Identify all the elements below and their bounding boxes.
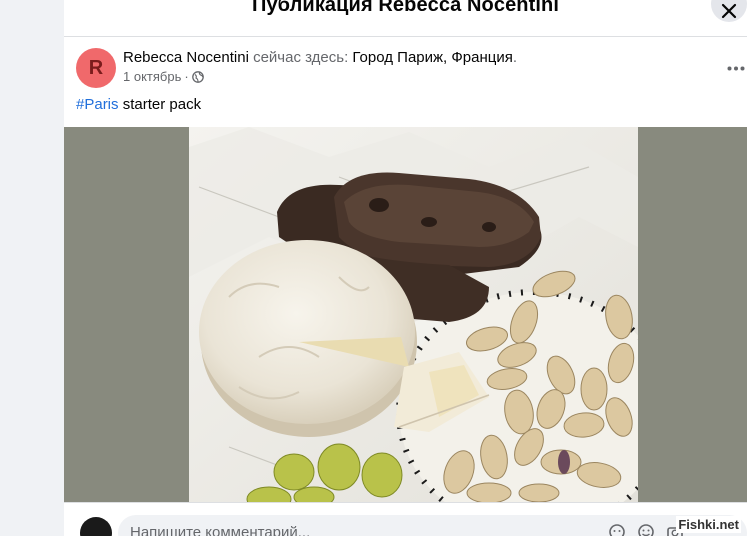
post-body: starter pack — [122, 96, 202, 113]
location-suffix: . — [512, 49, 518, 66]
author-name[interactable]: Rebecca Nocentini — [123, 49, 249, 66]
avatar-letter: R — [88, 56, 104, 79]
dialog-title: Публикация Rebecca Nocentini — [251, 0, 560, 16]
comment-tools — [608, 523, 684, 536]
page-backdrop — [0, 0, 64, 536]
more-options-button[interactable] — [724, 60, 747, 76]
location-link[interactable]: Город Париж, Франция — [352, 49, 512, 66]
emoji-icon[interactable] — [637, 523, 655, 536]
location-prefix: сейчас здесь: — [253, 49, 349, 66]
more-icon — [727, 66, 745, 70]
post-date[interactable]: 1 октябрь — [123, 69, 181, 84]
post-dialog: Публикация Rebecca Nocentini R Rebecca N… — [64, 0, 747, 536]
watermark: Fishki.net — [676, 516, 741, 533]
close-icon — [721, 3, 737, 19]
current-user-avatar[interactable] — [80, 517, 112, 536]
post-meta: 1 октябрь · — [123, 69, 204, 84]
comment-bar: Напишите комментарий... — [64, 502, 747, 536]
hashtag-link[interactable]: #Paris — [76, 96, 119, 113]
post-media[interactable] — [64, 127, 747, 502]
globe-icon — [191, 70, 204, 83]
dialog-header: Публикация Rebecca Nocentini — [64, 0, 747, 37]
avatar-sticker-icon[interactable] — [608, 523, 626, 536]
author-line: Rebecca Nocentini сейчас здесь: Город Па… — [123, 49, 517, 66]
close-button[interactable] — [711, 0, 747, 22]
post-header: R Rebecca Nocentini сейчас здесь: Город … — [76, 48, 745, 90]
author-avatar[interactable]: R — [76, 48, 116, 88]
post-photo[interactable] — [189, 127, 638, 502]
meta-separator: · — [184, 69, 189, 84]
post-text: #Paris starter pack — [76, 96, 201, 113]
